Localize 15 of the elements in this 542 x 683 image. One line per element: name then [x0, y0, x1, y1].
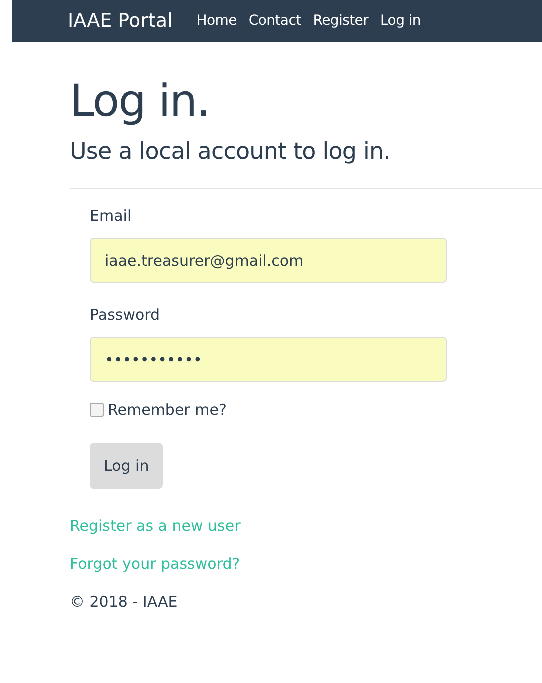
nav-link[interactable]: Log in	[380, 13, 421, 29]
input-field[interactable]: iaae.treasurer@gmail.com	[90, 238, 447, 284]
nav-link[interactable]: Home	[196, 13, 237, 29]
page-title: Log in.	[70, 76, 211, 129]
field-label: Email	[90, 207, 133, 226]
footer-text: © 2018 - IAAE	[70, 593, 178, 612]
nav-link[interactable]: Contact	[248, 13, 302, 29]
brand-link[interactable]: IAAE Portal	[68, 10, 173, 32]
login-button[interactable]: Log in	[90, 443, 164, 490]
input-field[interactable]: •••••••••••	[90, 337, 447, 382]
checkbox-label: Remember me?	[108, 401, 227, 420]
page-subtitle: Use a local account to log in.	[70, 138, 392, 166]
checkbox[interactable]	[90, 403, 104, 418]
field-label: Password	[90, 306, 162, 324]
nav-link[interactable]: Register	[313, 13, 369, 29]
